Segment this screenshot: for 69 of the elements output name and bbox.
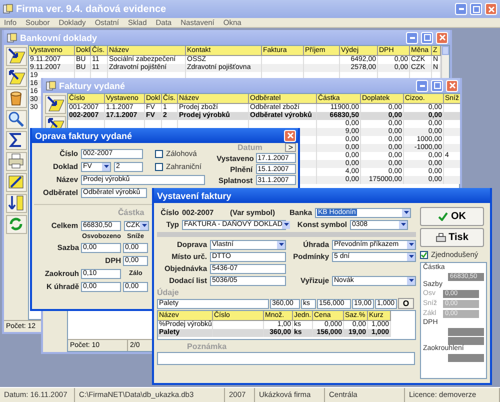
- search-icon: [8, 111, 24, 128]
- app-icon: [46, 80, 56, 90]
- bucket-icon: [8, 90, 24, 107]
- arrow-in-icon: [8, 48, 24, 65]
- toolbar-button[interactable]: [6, 194, 26, 213]
- close-button[interactable]: [446, 80, 458, 92]
- close-button[interactable]: [485, 3, 497, 15]
- toolbar-button[interactable]: [6, 47, 26, 66]
- minimize-button[interactable]: [455, 3, 467, 15]
- minimize-icon: [410, 36, 414, 38]
- checkbox[interactable]: [155, 150, 163, 158]
- caret-icon: [408, 255, 414, 258]
- printer-icon: [436, 233, 446, 242]
- caret-icon: [104, 165, 108, 168]
- next-button[interactable]: >: [285, 143, 296, 152]
- printer-icon: [8, 153, 24, 170]
- minimize-icon: [420, 84, 424, 86]
- group-title: Částka: [118, 208, 144, 217]
- maximize-icon: [424, 34, 430, 41]
- maximize-button[interactable]: [431, 80, 443, 92]
- app-icon: [3, 4, 13, 14]
- caret-icon: [142, 224, 146, 227]
- group-title: Údaje: [157, 288, 179, 296]
- minimize-icon: [458, 8, 464, 10]
- group-title: Datum: [238, 143, 262, 152]
- minimize-button[interactable]: [416, 80, 428, 92]
- checkbox[interactable]: [155, 162, 163, 170]
- toolbar-button[interactable]: [6, 89, 26, 108]
- note-field[interactable]: [157, 352, 415, 365]
- maximize-button[interactable]: [421, 32, 433, 44]
- close-icon: [438, 34, 446, 41]
- minimize-button[interactable]: [406, 32, 418, 44]
- close-button[interactable]: [436, 32, 448, 44]
- close-button[interactable]: [284, 130, 296, 142]
- maximize-button[interactable]: [470, 3, 482, 15]
- toolbar-button[interactable]: [6, 110, 26, 129]
- arrow-out-icon: [8, 69, 24, 86]
- window-title: Bankovní doklady: [20, 32, 98, 42]
- caret-icon: [404, 211, 408, 214]
- toolbar-button[interactable]: [44, 95, 66, 114]
- maximize-icon: [472, 6, 480, 12]
- calendar-icon: [8, 174, 24, 191]
- maximize-icon: [434, 82, 440, 89]
- check-icon: [438, 212, 448, 221]
- close-icon: [286, 132, 294, 139]
- toolbar-button[interactable]: [6, 131, 26, 150]
- refresh-icon: [8, 216, 24, 233]
- close-icon: [448, 82, 456, 89]
- check-icon: [421, 252, 427, 258]
- caret-icon: [278, 243, 284, 246]
- ok-button[interactable]: OK: [420, 207, 484, 226]
- checkbox[interactable]: [420, 250, 428, 258]
- print-button[interactable]: Tisk: [420, 228, 484, 247]
- toolbar-button[interactable]: [6, 68, 26, 87]
- arrow-in-icon: [46, 96, 64, 113]
- toolbar-button[interactable]: [6, 173, 26, 192]
- value-bar: [448, 354, 484, 362]
- app-title: Firma ver. 9.4. daňová evidence: [16, 4, 168, 14]
- window-title: Oprava faktury vydané: [35, 130, 134, 140]
- close-icon: [488, 6, 494, 12]
- sort-icon: [8, 195, 24, 212]
- app-icon: [7, 32, 17, 42]
- group-title: Poznámka: [187, 342, 227, 350]
- window-title: Vystavení faktury: [157, 190, 232, 200]
- caret-icon: [408, 279, 414, 282]
- item-button[interactable]: O: [398, 298, 414, 309]
- caret-icon: [408, 243, 414, 246]
- caret-icon: [400, 223, 406, 226]
- caret-icon: [284, 223, 289, 226]
